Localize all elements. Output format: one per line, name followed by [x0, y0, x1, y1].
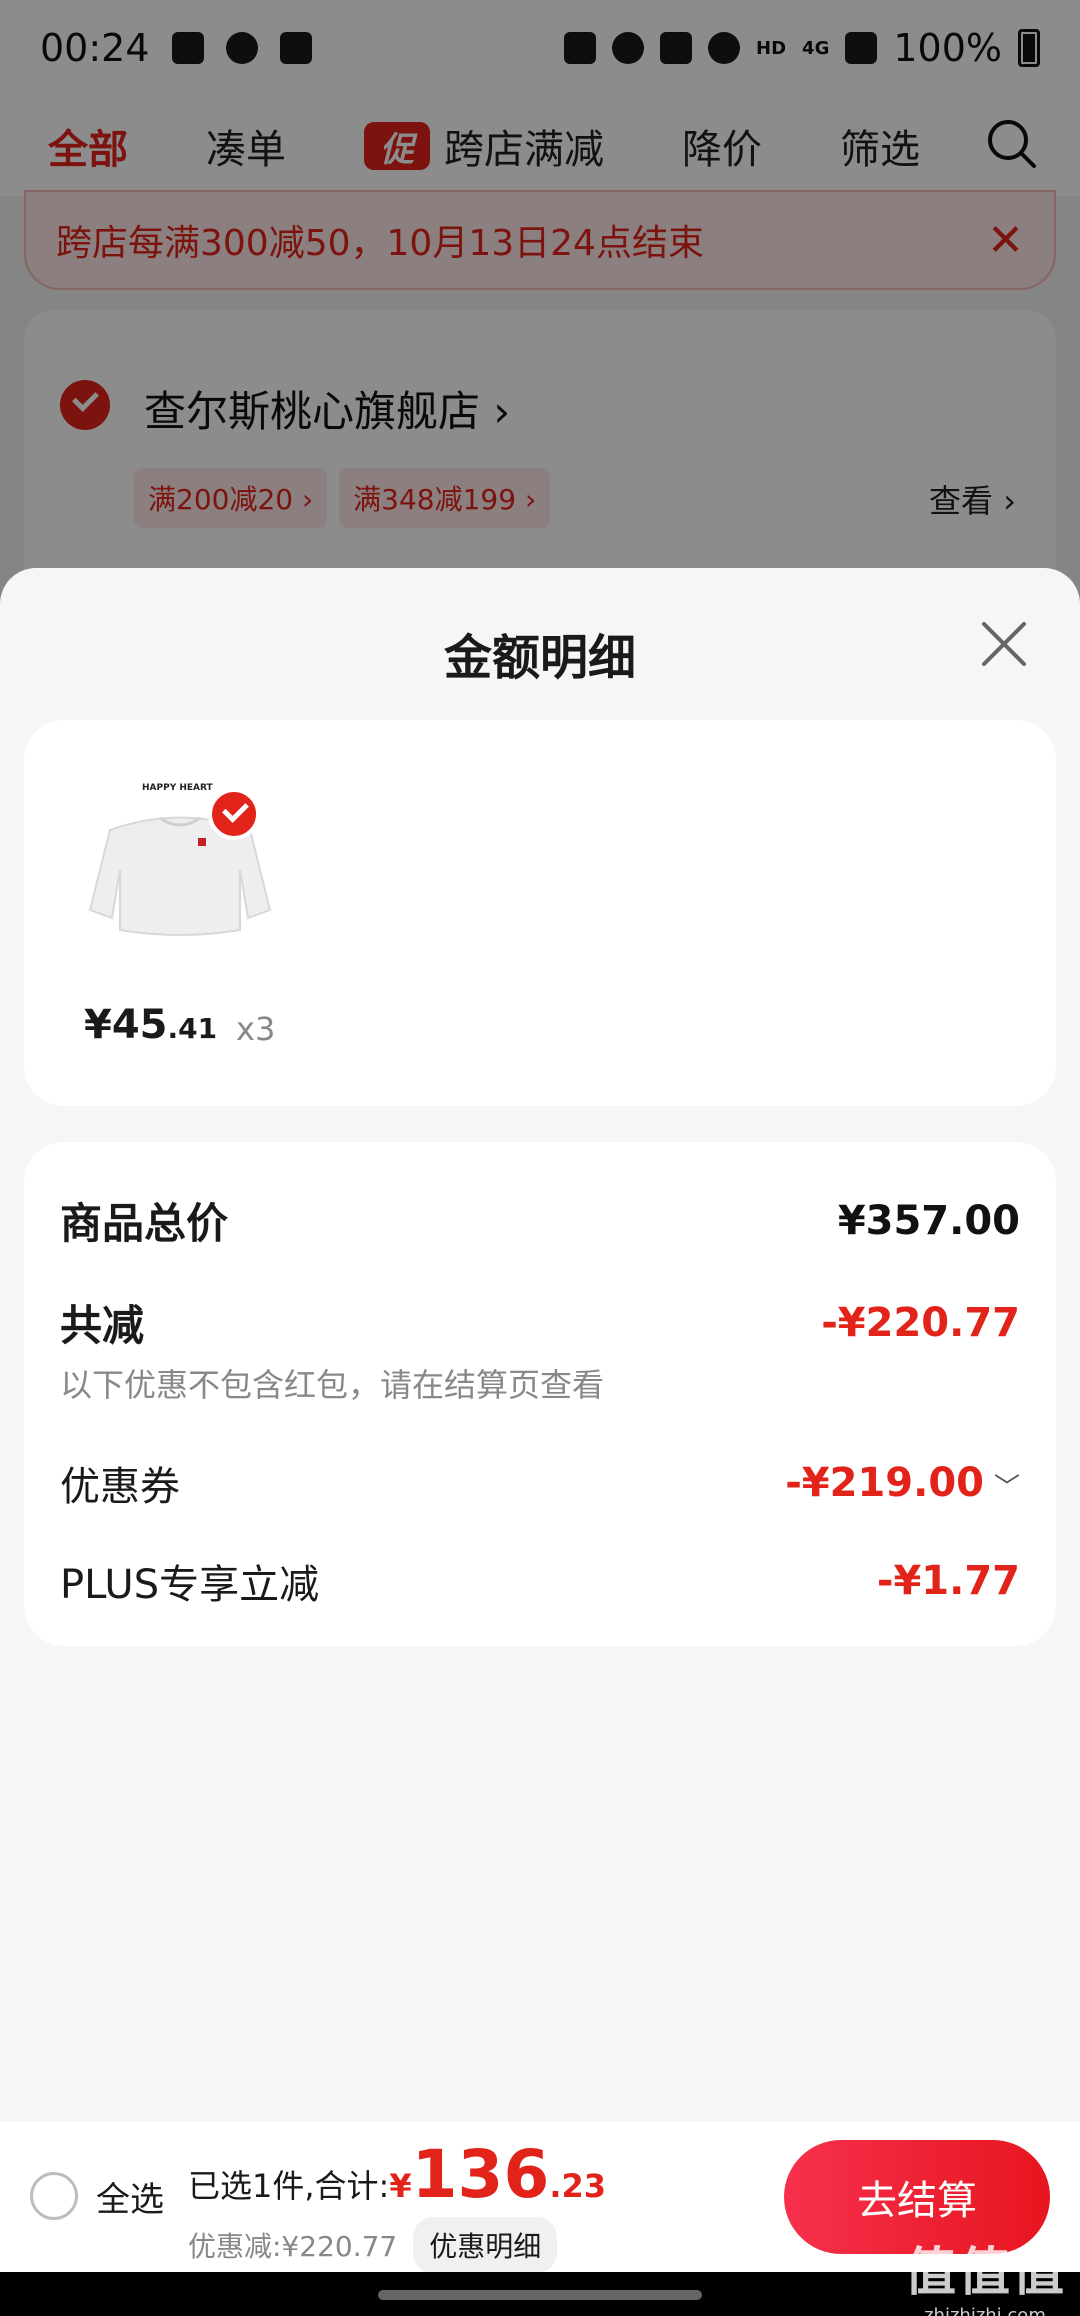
coupon-row[interactable]: 优惠券 -¥219.00 ﹀ — [60, 1454, 1020, 1512]
product-price: ¥45.41 — [84, 1002, 217, 1048]
price-breakdown-card: 商品总价 ¥357.00 共减 -¥220.77 以下优惠不包含红包，请在结算页… — [24, 1142, 1056, 1646]
subtotal-row: 商品总价 ¥357.00 — [60, 1190, 1020, 1251]
watermark: 值值值 zhizhizhi.com — [904, 2230, 1066, 2316]
chevron-down-icon[interactable]: ﹀ — [994, 1473, 1020, 1503]
subtotal-value: ¥357.00 — [837, 1197, 1020, 1244]
total-currency: ¥ — [389, 2167, 412, 2205]
order-summary: 已选1件,合计: ¥ 136 .23 优惠减:¥220.77 优惠明细 — [188, 2136, 606, 2273]
product-price-dec: .41 — [167, 1012, 218, 1045]
coupon-value: -¥219.00 ﹀ — [785, 1460, 1020, 1506]
total-discount-value: -¥220.77 — [821, 1299, 1020, 1346]
amount-detail-sheet: 金额明细 HAPPY HEART ¥45.41 x3 商品总价 ¥357.00 … — [0, 568, 1080, 2123]
close-icon[interactable] — [978, 618, 1030, 670]
plus-discount-row: PLUS专享立减 -¥1.77 — [60, 1552, 1020, 1610]
total-discount-row: 共减 -¥220.77 — [60, 1292, 1020, 1353]
product-image[interactable]: HAPPY HEART — [80, 760, 280, 960]
watermark-site: zhizhizhi.com — [924, 2305, 1046, 2316]
select-all-radio[interactable] — [30, 2172, 78, 2220]
select-all-label[interactable]: 全选 — [96, 2172, 164, 2221]
discount-detail-button[interactable]: 优惠明细 — [413, 2217, 558, 2273]
coupon-amount: -¥219.00 — [785, 1460, 984, 1506]
subtotal-label: 商品总价 — [60, 1199, 229, 1248]
product-price-int: 45 — [111, 1002, 168, 1048]
product-quantity: x3 — [236, 1010, 276, 1048]
plus-discount-label: PLUS专享立减 — [60, 1562, 320, 1608]
watermark-logo: 值值值 — [903, 2243, 1066, 2303]
total-line: 已选1件,合计: ¥ 136 .23 — [188, 2136, 606, 2213]
product-image-print: HAPPY HEART — [142, 783, 214, 793]
discount-summary: 优惠减:¥220.77 — [188, 2230, 398, 2263]
discount-line: 优惠减:¥220.77 优惠明细 — [188, 2217, 606, 2273]
plus-discount-value: -¥1.77 — [876, 1558, 1020, 1604]
sheet-title: 金额明细 — [443, 630, 636, 686]
total-discount-label: 共减 — [60, 1301, 145, 1350]
coupon-label: 优惠券 — [60, 1464, 180, 1510]
home-indicator[interactable] — [378, 2290, 702, 2300]
total-dec: .23 — [549, 2167, 607, 2205]
product-checkbox[interactable] — [208, 788, 260, 840]
product-card: HAPPY HEART ¥45.41 x3 — [24, 720, 1056, 1106]
selected-count-text: 已选1件,合计: — [188, 2167, 390, 2205]
total-int: 136 — [411, 2136, 550, 2213]
discount-note: 以下优惠不包含红包，请在结算页查看 — [60, 1366, 605, 1404]
product-price-currency: ¥ — [84, 1002, 112, 1048]
